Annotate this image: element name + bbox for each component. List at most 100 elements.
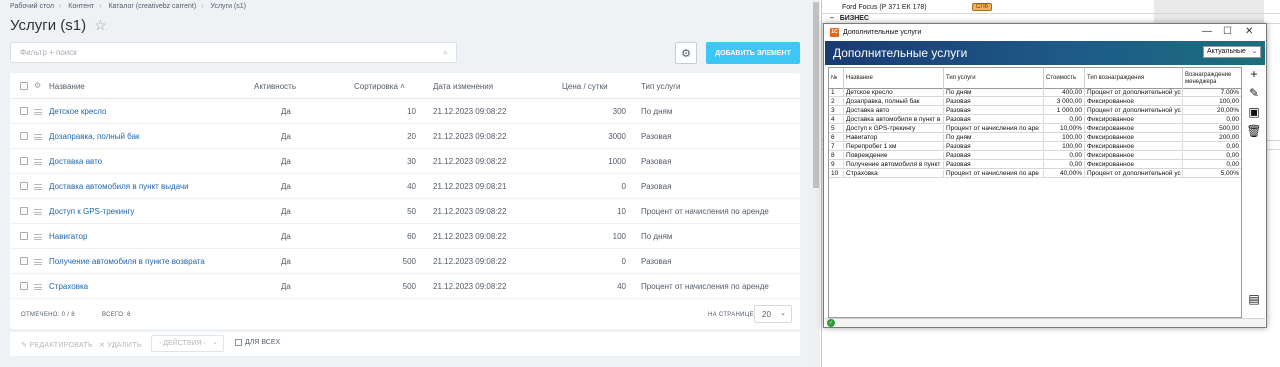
- grid-cost-cell: 100,00: [1044, 143, 1085, 151]
- scrollbar-thumb[interactable]: [813, 2, 819, 188]
- grid-row[interactable]: 2 Дозаправка, полный бак Разовая 3 000,00 Фи…: [829, 98, 1241, 106]
- filter-select[interactable]: Актуальные ⌄: [1203, 46, 1261, 58]
- element-name-link[interactable]: Доставка автомобиля в пункт выдачи: [49, 182, 189, 191]
- grid-row[interactable]: 5 Доступ к GPS-трекингу Процент от начисле…: [829, 125, 1241, 133]
- collapse-icon[interactable]: –: [830, 15, 834, 22]
- grid-col-num[interactable]: №: [829, 68, 844, 89]
- active-cell: Да: [281, 282, 291, 291]
- table-row[interactable]: Страховка Да 500 21.12.2023 09:08:22 40 Проце…: [10, 274, 800, 299]
- price-cell: 10: [617, 207, 626, 216]
- grid-row[interactable]: 6 Навигатор По дням 100,00 Фиксированное 200,…: [829, 134, 1241, 142]
- sort-cell: 60: [407, 232, 416, 241]
- grid-row[interactable]: 4 Доставка автомобиля в пункт в Разовая 0,0…: [829, 116, 1241, 124]
- grid-col-name[interactable]: Название: [844, 68, 944, 89]
- col-active[interactable]: Активность: [254, 82, 296, 91]
- row-checkbox[interactable]: [20, 132, 28, 140]
- grid-row[interactable]: 1 Детское кресло По дням 400,00 Процент от д…: [829, 89, 1241, 97]
- dialog-titlebar: 1C Дополнительные услуги — ☐ ✕: [824, 24, 1266, 41]
- edit-action[interactable]: ✎ РЕДАКТИРОВАТЬ: [21, 341, 93, 349]
- row-checkbox[interactable]: [20, 182, 28, 190]
- drag-handle-icon[interactable]: [34, 109, 42, 115]
- row-checkbox[interactable]: [20, 282, 28, 290]
- drag-handle-icon[interactable]: [34, 209, 42, 215]
- col-date[interactable]: Дата изменения: [433, 82, 493, 91]
- row-checkbox[interactable]: [20, 232, 28, 240]
- col-type[interactable]: Тип услуги: [641, 82, 681, 91]
- scrollbar[interactable]: [812, 0, 820, 367]
- grid-row[interactable]: 8 Повреждение Разовая 0,00 Фиксированное 0,00: [829, 152, 1241, 160]
- search-input[interactable]: Фильтр + поиск ⌕: [10, 42, 457, 63]
- group-row[interactable]: – БИЗНЕС: [830, 15, 869, 22]
- services-dialog: 1C Дополнительные услуги — ☐ ✕ Дополните…: [823, 23, 1267, 328]
- checkbox[interactable]: [235, 339, 242, 346]
- grid-col-type[interactable]: Тип услуги: [944, 68, 1044, 89]
- search-icon[interactable]: ⌕: [443, 47, 448, 58]
- close-icon[interactable]: ✕: [1245, 26, 1253, 37]
- table-row[interactable]: Доставка авто Да 30 21.12.2023 09:08:22 1000…: [10, 149, 800, 174]
- grid-col-manager-reward[interactable]: Вознаграждение менеджера: [1183, 68, 1241, 89]
- grid-col-cost[interactable]: Стоимость: [1044, 68, 1085, 89]
- grid-reward-cell: 0,00: [1226, 161, 1239, 168]
- gear-icon[interactable]: ⚙: [34, 81, 41, 90]
- maximize-icon[interactable]: ☐: [1223, 26, 1232, 37]
- actions-select[interactable]: - ДЕЙСТВИЯ - ⌄: [151, 335, 224, 352]
- breadcrumb-item[interactable]: Услуги (s1): [210, 3, 246, 10]
- grid-type-cell: Разовая: [944, 107, 1044, 115]
- table-row[interactable]: Дозаправка, полный бак Да 20 21.12.2023 09:…: [10, 124, 800, 149]
- col-sort[interactable]: Сортировка ˄: [354, 82, 405, 91]
- add-element-button[interactable]: ДОБАВИТЬ ЭЛЕМЕНТ: [706, 42, 800, 64]
- delete-action[interactable]: ✕ УДАЛИТЬ: [99, 341, 142, 349]
- drag-handle-icon[interactable]: [34, 184, 42, 190]
- breadcrumb-item[interactable]: Контент: [68, 3, 94, 10]
- table-row[interactable]: Получение автомобиля в пункте возврата Да…: [10, 249, 800, 274]
- drag-handle-icon[interactable]: [34, 159, 42, 165]
- table-row[interactable]: Доставка автомобиля в пункт выдачи Да 40 21…: [10, 174, 800, 199]
- grid-name-cell: Дозаправка, полный бак: [844, 98, 944, 106]
- drag-handle-icon[interactable]: [34, 234, 42, 240]
- row-checkbox[interactable]: [20, 157, 28, 165]
- sort-asc-icon: ˄: [400, 82, 405, 91]
- row-checkbox[interactable]: [20, 257, 28, 265]
- for-all-label: ДЛЯ ВСЕХ: [245, 339, 281, 346]
- select-all-checkbox[interactable]: [20, 82, 28, 90]
- grid-col-reward-type[interactable]: Тип вознаграждения: [1085, 68, 1183, 89]
- breadcrumb-item[interactable]: Каталог (creativebz carrent): [108, 3, 196, 10]
- element-name-link[interactable]: Страховка: [49, 282, 88, 291]
- for-all-checkbox[interactable]: ДЛЯ ВСЕХ: [235, 339, 280, 346]
- element-name-link[interactable]: Получение автомобиля в пункте возврата: [49, 257, 205, 266]
- grid-row[interactable]: 9 Получение автомобиля в пункт Разовая 0,00…: [829, 161, 1241, 169]
- breadcrumb-item[interactable]: Рабочий стол: [10, 3, 54, 10]
- col-name[interactable]: Название: [49, 82, 85, 91]
- element-name-link[interactable]: Доставка авто: [49, 157, 102, 166]
- element-name-link[interactable]: Навигатор: [49, 232, 87, 241]
- per-page-select[interactable]: 20 ⌄: [754, 305, 792, 323]
- element-name-link[interactable]: Дозаправка, полный бак: [49, 132, 140, 141]
- table-row[interactable]: Детское кресло Да 10 21.12.2023 09:08:22 300…: [10, 99, 800, 124]
- star-icon[interactable]: ☆: [94, 17, 107, 34]
- drag-handle-icon[interactable]: [34, 284, 42, 290]
- element-name-link[interactable]: Доступ к GPS-трекингу: [49, 207, 134, 216]
- table-row[interactable]: Доступ к GPS-трекингу Да 50 21.12.2023 09:0…: [10, 199, 800, 224]
- element-name-link[interactable]: Детское кресло: [49, 107, 107, 116]
- drag-handle-icon[interactable]: [34, 134, 42, 140]
- edit-icon[interactable]: ✎: [1247, 86, 1261, 100]
- col-price[interactable]: Цена / сутки: [562, 82, 608, 91]
- grid-name-cell: Страховка: [844, 170, 944, 178]
- car-row[interactable]: Ford Focus (Р 371 ЕК 178): [842, 4, 927, 11]
- grid-row[interactable]: 10 Страховка Процент от начисления по аре 4…: [829, 170, 1241, 178]
- export-icon[interactable]: ▤: [1247, 292, 1261, 306]
- grid-row[interactable]: 3 Доставка авто Разовая 1 000,00 Процент от …: [829, 107, 1241, 115]
- price-cell: 0: [621, 257, 626, 266]
- row-checkbox[interactable]: [20, 207, 28, 215]
- drag-handle-icon[interactable]: [34, 259, 42, 265]
- delete-icon[interactable]: 🗑: [1246, 124, 1261, 138]
- minimize-icon[interactable]: —: [1202, 26, 1212, 37]
- row-checkbox[interactable]: [20, 107, 28, 115]
- settings-button[interactable]: ⚙: [675, 42, 697, 64]
- city-badge: СПб: [972, 3, 993, 11]
- type-cell: Разовая: [641, 157, 672, 166]
- grid-row[interactable]: 7 Перепробег 1 км Разовая 100,00 Фиксированн…: [829, 143, 1241, 151]
- table-row[interactable]: Навигатор Да 60 21.12.2023 09:08:22 100 По дн…: [10, 224, 800, 249]
- add-icon[interactable]: +: [1247, 67, 1261, 81]
- archive-icon[interactable]: ▣: [1247, 105, 1261, 119]
